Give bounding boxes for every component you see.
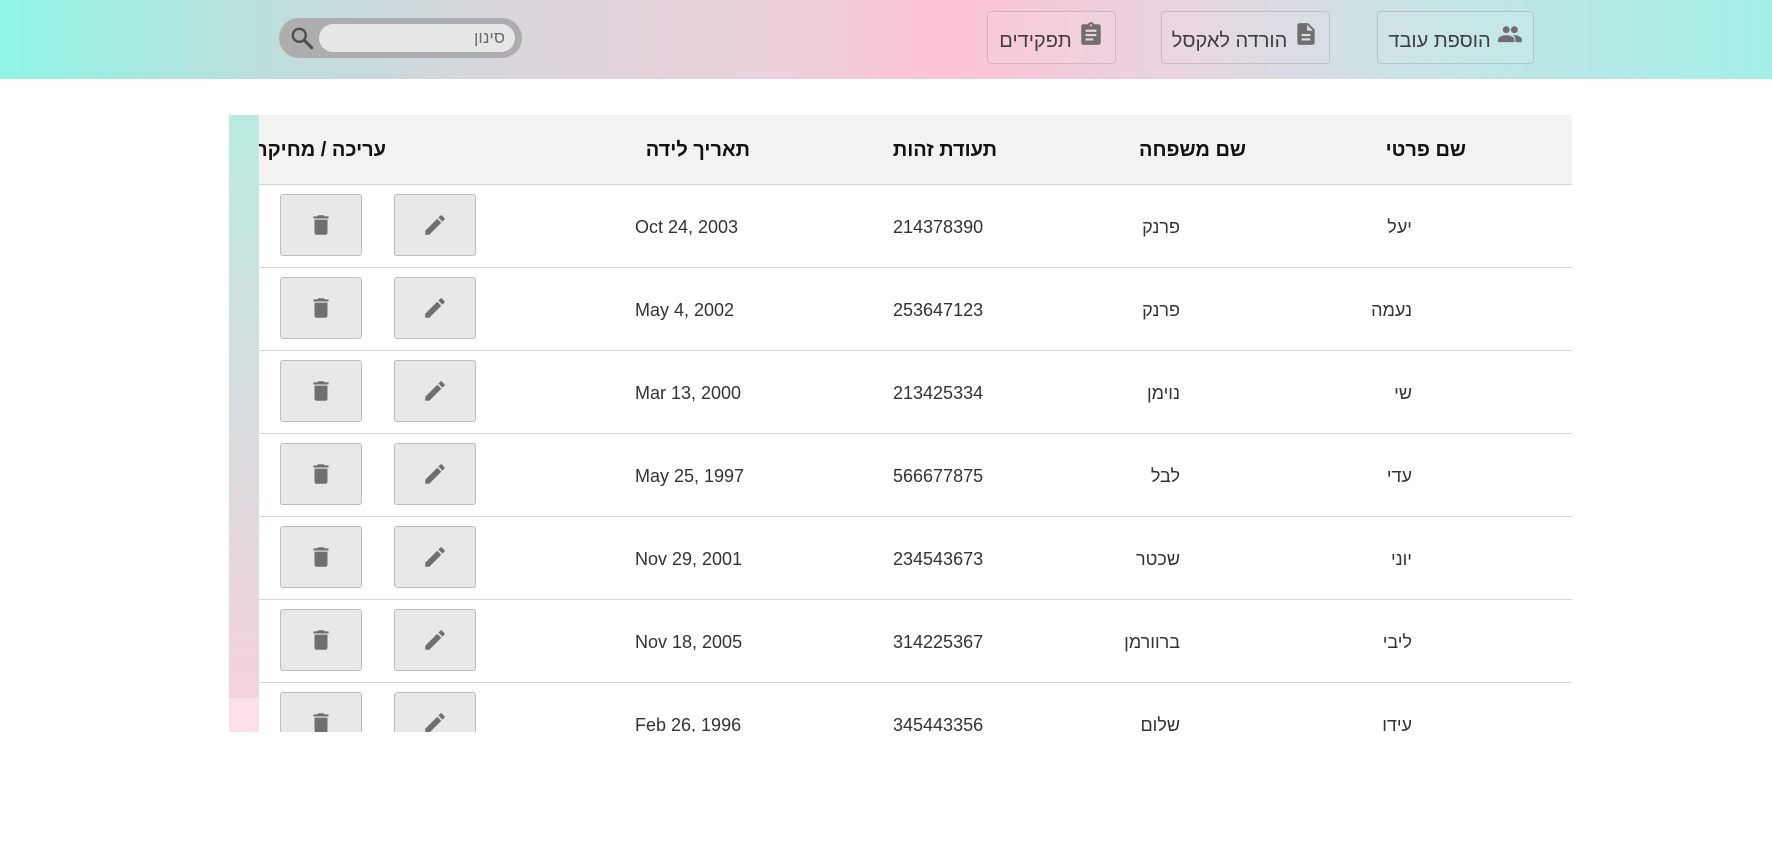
cell-id-number: 213425334 [893, 383, 984, 403]
header-birth-date: תאריך לידה [645, 139, 750, 161]
pencil-icon [425, 381, 445, 401]
cell-first-name: עידו [1382, 715, 1412, 732]
delete-button[interactable] [280, 692, 362, 732]
header-actions: עריכה / מחיקה [259, 139, 386, 161]
filter-input[interactable] [319, 24, 515, 52]
cell-id-number: 214378390 [893, 217, 984, 237]
delete-button[interactable] [280, 609, 362, 671]
document-icon [1297, 22, 1315, 45]
pencil-icon [425, 713, 445, 732]
table-row: עדי לבל 566677875 May 25, 1997 [259, 434, 1572, 517]
table-row: ליבי ברוורמן 314225367 Nov 18, 2005 [259, 600, 1572, 683]
cell-birth-date: Feb 26, 1996 [635, 715, 742, 732]
cell-birth-date: Oct 24, 2003 [635, 217, 739, 237]
cell-first-name: יעל [1387, 217, 1412, 237]
cell-first-name: ליבי [1382, 632, 1412, 652]
export-excel-button-label: הורדה לאקסל [1171, 30, 1288, 52]
cell-id-number: 345443356 [893, 715, 984, 732]
cell-first-name: עדי [1386, 466, 1412, 486]
header-last-name: שם משפחה [1138, 139, 1246, 161]
edit-button[interactable] [394, 692, 476, 732]
search-icon[interactable] [289, 25, 315, 51]
pencil-icon [425, 547, 445, 567]
delete-button[interactable] [280, 443, 362, 505]
cell-birth-date: Mar 13, 2000 [635, 383, 742, 403]
cell-first-name: יוני [1390, 549, 1412, 569]
trash-icon [313, 464, 329, 484]
cell-first-name: שי [1394, 383, 1412, 403]
delete-button[interactable] [280, 360, 362, 422]
cell-last-name: נוימן [1146, 383, 1180, 403]
trash-icon [313, 713, 329, 732]
cell-first-name: נעמה [1371, 300, 1412, 320]
cell-birth-date: Nov 18, 2005 [635, 632, 743, 652]
people-icon [1497, 25, 1522, 42]
delete-button[interactable] [280, 194, 362, 256]
cell-id-number: 234543673 [893, 549, 984, 569]
cell-birth-date: Nov 29, 2001 [635, 549, 743, 569]
roles-button-label: תפקידים [999, 30, 1072, 52]
trash-icon [313, 547, 329, 567]
filter-search-box [279, 18, 522, 58]
edit-button[interactable] [394, 277, 476, 339]
edit-button[interactable] [394, 360, 476, 422]
trash-icon [313, 298, 329, 318]
cell-last-name: פרנק [1142, 300, 1180, 320]
add-employee-button[interactable]: הוספת עובד [1377, 11, 1534, 64]
edit-button[interactable] [394, 526, 476, 588]
pencil-icon [425, 464, 445, 484]
cell-last-name: פרנק [1142, 217, 1180, 237]
edit-button[interactable] [394, 609, 476, 671]
trash-icon [313, 381, 329, 401]
table-header-row: שם פרטי שם משפחה תעודת זהות תאריך לידה ע… [259, 115, 1572, 185]
edit-button[interactable] [394, 443, 476, 505]
pencil-icon [425, 630, 445, 650]
export-excel-button[interactable]: הורדה לאקסל [1161, 11, 1330, 64]
table-row: שי נוימן 213425334 Mar 13, 2000 [259, 351, 1572, 434]
table-row: נעמה פרנק 253647123 May 4, 2002 [259, 268, 1572, 351]
employees-table: שם פרטי שם משפחה תעודת זהות תאריך לידה ע… [259, 115, 1572, 732]
cell-id-number: 253647123 [893, 300, 984, 320]
cell-last-name: שכטר [1136, 549, 1180, 569]
cell-last-name: ברוורמן [1124, 632, 1180, 652]
add-employee-button-label: הוספת עובד [1388, 30, 1491, 52]
pencil-icon [425, 298, 445, 318]
table-row: יעל פרנק 214378390 Oct 24, 2003 [259, 185, 1572, 268]
trash-icon [313, 630, 329, 650]
cell-last-name: לבל [1150, 466, 1180, 486]
cell-id-number: 314225367 [893, 632, 984, 652]
cell-last-name: שלום [1140, 715, 1180, 732]
table-row: עידו שלום 345443356 Feb 26, 1996 [259, 683, 1572, 732]
edit-button[interactable] [394, 194, 476, 256]
cell-id-number: 566677875 [893, 466, 984, 486]
header-id-number: תעודת זהות [892, 139, 997, 161]
cell-birth-date: May 25, 1997 [635, 466, 745, 486]
delete-button[interactable] [280, 526, 362, 588]
cell-birth-date: May 4, 2002 [635, 300, 735, 320]
trash-icon [313, 215, 329, 235]
delete-button[interactable] [280, 277, 362, 339]
header-first-name: שם פרטי [1385, 139, 1466, 161]
table-side-strip [229, 115, 259, 732]
roles-button[interactable]: תפקידים [987, 11, 1116, 64]
table-row: יוני שכטר 234543673 Nov 29, 2001 [259, 517, 1572, 600]
pencil-icon [425, 215, 445, 235]
clipboard-icon [1080, 21, 1101, 45]
top-toolbar: תפקידים הורדה לאקסל הוספת עובד [0, 0, 1772, 79]
